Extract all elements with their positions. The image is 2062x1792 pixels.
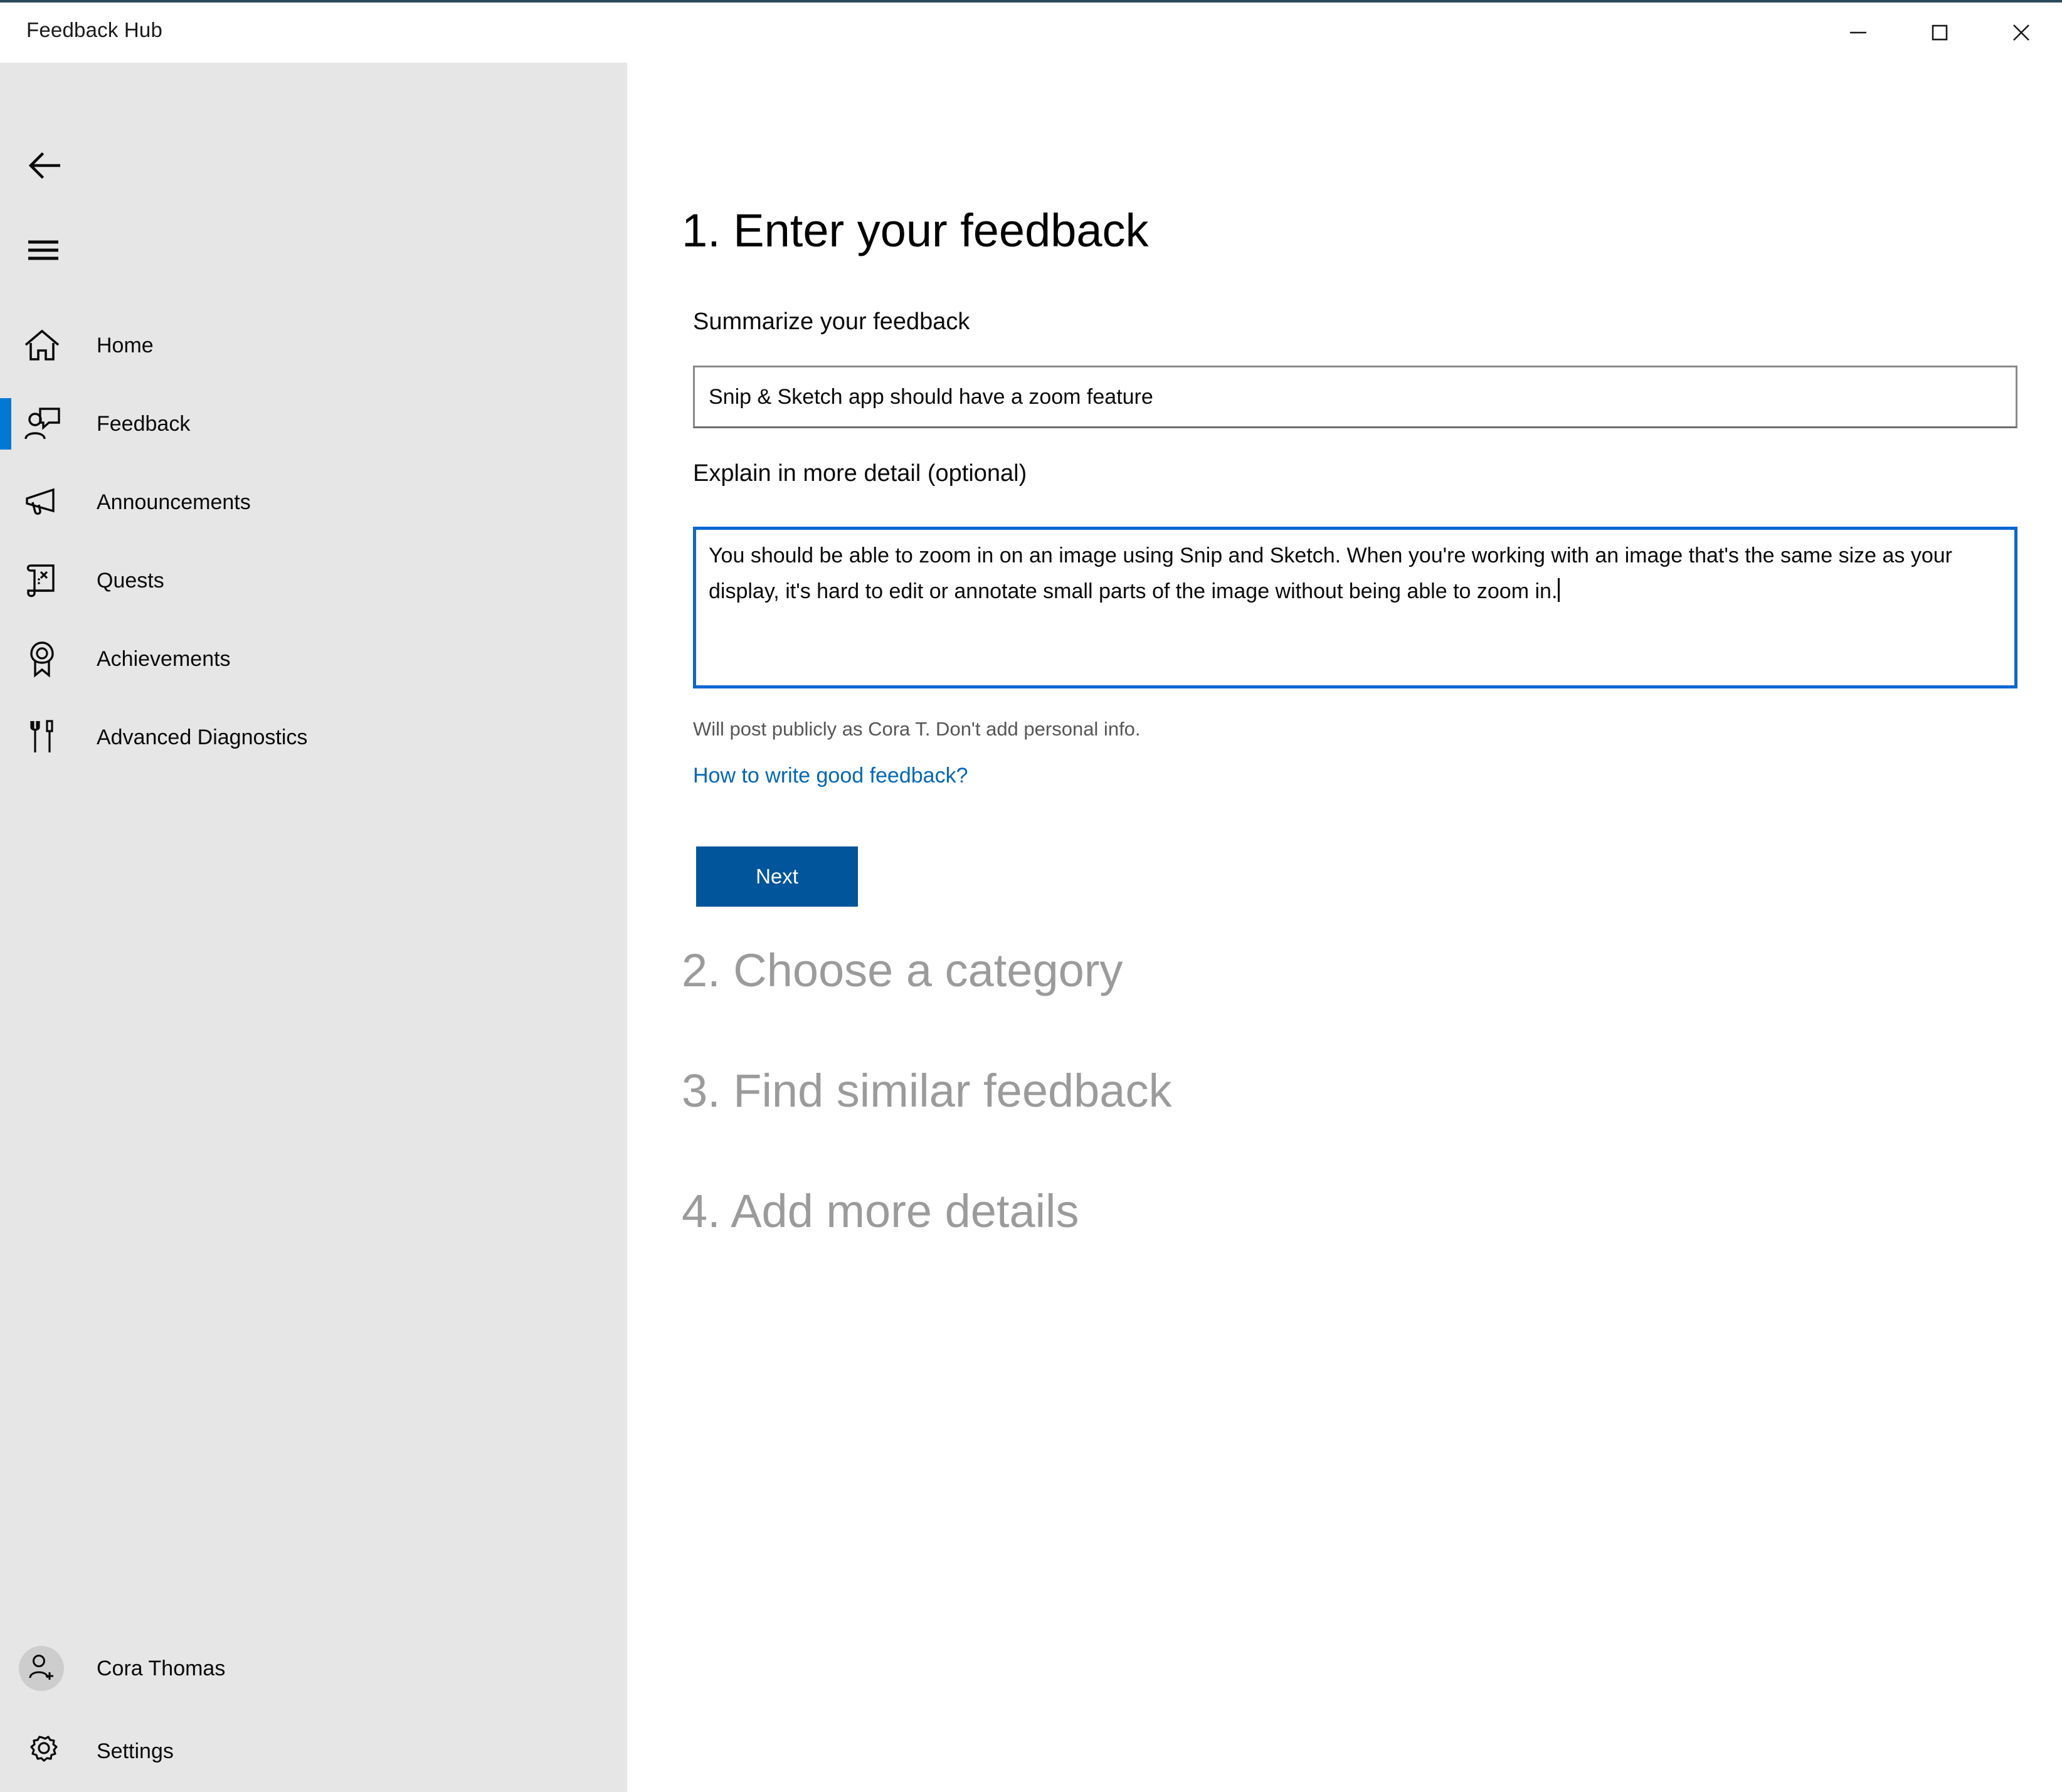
sidebar-item-announcements[interactable]: Announcements	[0, 463, 627, 541]
step-1-heading: 1. Enter your feedback	[682, 204, 1149, 256]
sidebar-item-home[interactable]: Home	[0, 306, 627, 384]
gear-icon	[20, 1729, 64, 1773]
sidebar-item-feedback[interactable]: Feedback	[0, 384, 627, 463]
account-name: Cora Thomas	[97, 1656, 226, 1680]
sidebar-bottom-group: Cora Thomas Settings	[0, 1626, 627, 1792]
sidebar-item-label: Home	[97, 333, 154, 357]
step-2-heading: 2. Choose a category	[682, 944, 1123, 996]
sidebar-item-label: Settings	[97, 1739, 174, 1763]
sidebar-item-advanced-diagnostics[interactable]: Advanced Diagnostics	[0, 698, 627, 776]
summary-input[interactable]	[693, 366, 2017, 428]
title-bar: Feedback Hub	[0, 3, 2062, 63]
minimize-button[interactable]	[1817, 3, 1899, 63]
home-icon	[20, 324, 64, 367]
feedback-hub-window: Feedback Hub Home Feedback Announcements…	[0, 0, 2062, 1792]
how-to-write-good-feedback-link[interactable]: How to write good feedback?	[693, 761, 968, 790]
back-arrow-icon	[21, 142, 69, 191]
detail-textarea-value: You should be able to zoom in on an imag…	[709, 544, 1952, 603]
step-4-heading: 4. Add more details	[682, 1185, 1079, 1237]
text-cursor	[1558, 578, 1560, 602]
step-3-heading: 3. Find similar feedback	[682, 1065, 1172, 1117]
caption-button-group	[1817, 3, 2062, 63]
privacy-disclaimer: Will post publicly as Cora T. Don't add …	[693, 718, 1141, 740]
summary-field-label: Summarize your feedback	[693, 308, 970, 335]
sidebar-item-label: Quests	[97, 568, 164, 593]
close-icon	[2008, 19, 2034, 46]
navigation-menu-button[interactable]	[8, 216, 83, 285]
sidebar: Home Feedback Announcements Quests Achie…	[0, 63, 627, 1792]
hamburger-icon	[23, 231, 67, 271]
scroll-icon	[20, 559, 64, 603]
megaphone-icon	[20, 480, 64, 524]
sidebar-item-label: Advanced Diagnostics	[97, 725, 308, 749]
sidebar-item-achievements[interactable]: Achievements	[0, 619, 627, 698]
sidebar-item-settings[interactable]: Settings	[0, 1710, 627, 1792]
selection-indicator	[0, 398, 11, 450]
sidebar-item-quests[interactable]: Quests	[0, 541, 627, 619]
sidebar-item-label: Achievements	[97, 646, 231, 671]
feedback-icon	[20, 402, 64, 446]
account-button[interactable]: Cora Thomas	[0, 1626, 627, 1710]
sidebar-nav-list: Home Feedback Announcements Quests Achie…	[0, 306, 627, 776]
tools-icon	[20, 715, 64, 759]
minimize-icon	[1845, 19, 1871, 46]
close-button[interactable]	[1980, 3, 2062, 63]
sidebar-item-label: Feedback	[97, 411, 191, 436]
detail-textarea[interactable]: You should be able to zoom in on an imag…	[693, 527, 2017, 688]
avatar	[19, 1645, 64, 1691]
maximize-button[interactable]	[1899, 3, 1980, 63]
maximize-icon	[1927, 19, 1953, 46]
detail-field-label: Explain in more detail (optional)	[693, 460, 1027, 487]
main-content: 1. Enter your feedback Summarize your fe…	[627, 63, 2062, 1792]
next-button[interactable]: Next	[696, 846, 858, 907]
account-add-icon	[25, 1650, 58, 1686]
sidebar-item-label: Announcements	[97, 490, 251, 514]
award-ribbon-icon	[20, 637, 64, 681]
back-button[interactable]	[8, 132, 83, 201]
window-title: Feedback Hub	[26, 18, 163, 41]
